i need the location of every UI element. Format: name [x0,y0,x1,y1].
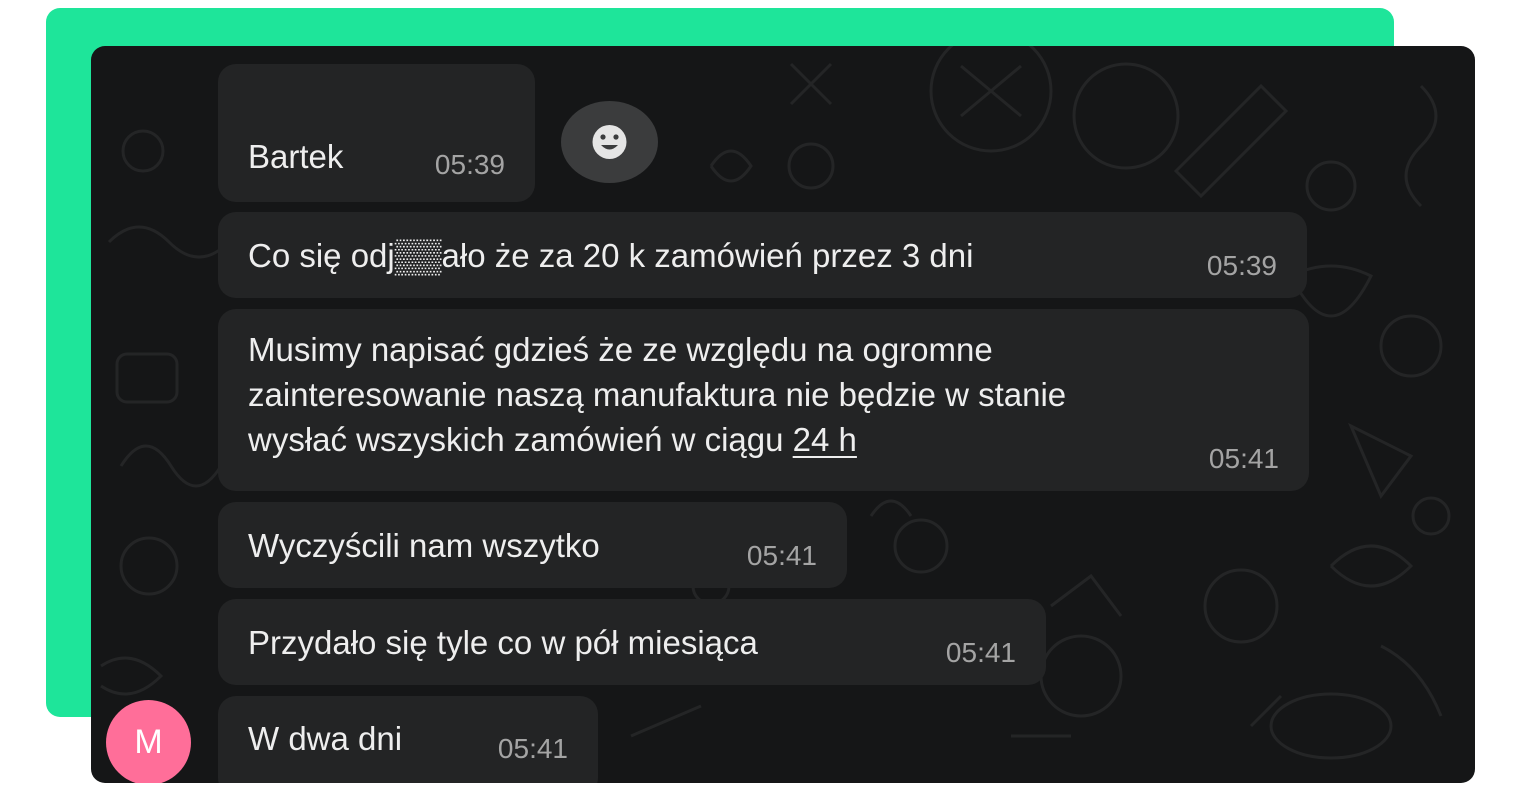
add-reaction-button[interactable] [561,101,658,183]
chat-window: Bartek 05:39 Co się odj▒▒ało że za 20 k … [91,46,1475,783]
message-link[interactable]: 24 h [793,421,857,458]
message-bubble-4[interactable]: Wyczyścili nam wszytko 05:41 [218,502,847,588]
message-timestamp: 05:41 [945,637,1016,668]
message-timestamp: 05:41 [497,733,568,764]
message-timestamp: 05:39 [434,149,505,180]
message-line-1: Musimy napisać gdzieś że ze względu na o… [248,331,993,368]
message-line-3: wysłać wszyskich zamówień w ciągu 24 h [248,417,1066,462]
sender-avatar[interactable]: M [106,700,191,783]
smiley-face-icon [592,125,627,159]
message-text: Musimy napisać gdzieś że ze względu na o… [248,327,1066,462]
message-timestamp: 05:41 [746,540,817,571]
message-bubble-2[interactable]: Co się odj▒▒ało że za 20 k zamówień prze… [218,212,1307,298]
message-line-2: zainteresowanie naszą manufaktura nie bę… [248,376,1067,413]
message-line-3-text: wysłać wszyskich zamówień w ciągu [248,421,793,458]
message-timestamp: 05:41 [1208,443,1279,474]
message-timestamp: 05:39 [1206,250,1277,281]
message-text: Bartek [248,138,344,175]
message-text: W dwa dni [248,720,403,757]
message-text: Przydało się tyle co w pół miesiąca [248,624,758,661]
message-text: Co się odj▒▒ało że za 20 k zamówień prze… [248,237,974,274]
message-bubble-5[interactable]: Przydało się tyle co w pół miesiąca 05:4… [218,599,1046,685]
message-bubble-6[interactable]: W dwa dni 05:41 [218,696,598,783]
message-text: Wyczyścili nam wszytko [248,527,600,564]
message-bubble-3[interactable]: Musimy napisać gdzieś że ze względu na o… [218,309,1309,491]
message-bubble-1[interactable]: Bartek 05:39 [218,64,535,202]
